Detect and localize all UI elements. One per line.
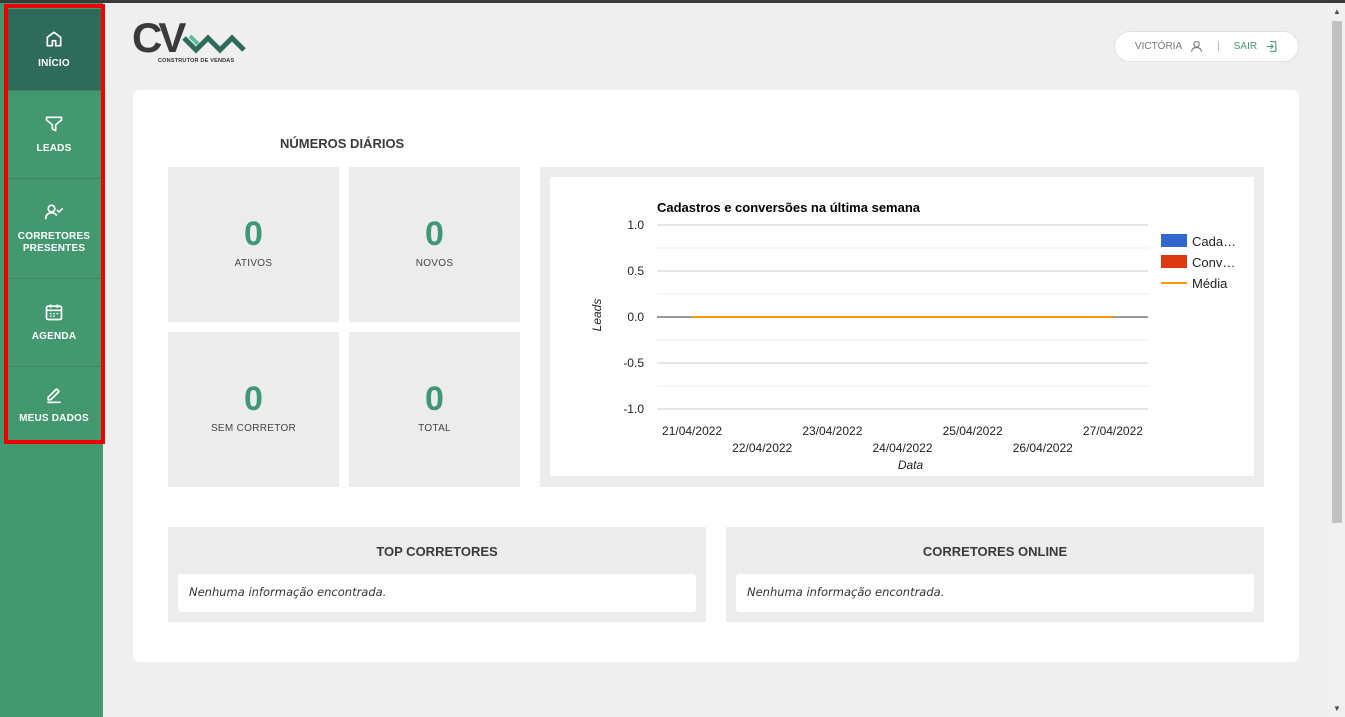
sidebar-item-inicio[interactable]: INÍCIO [7,9,101,91]
user-name[interactable]: VICTÓRIA [1135,41,1182,52]
window-top-border [0,0,1345,3]
corretores-online-empty-message: Nenhuma informação encontrada. [736,574,1254,612]
vertical-scrollbar[interactable]: ▲ ▼ [1328,3,1345,717]
chart-title: Cadastros e conversões na última semana [657,200,921,215]
stat-value: 0 [244,380,263,418]
daily-numbers-title: NÚMEROS DIÁRIOS [280,136,405,151]
sidebar-item-label: INÍCIO [38,58,70,69]
sidebar-item-label: LEADS [36,143,72,154]
chart-container: Cadastros e conversões na última semana 1… [540,167,1264,487]
legend-label: Cada… [1192,234,1236,249]
legend-swatch [1161,255,1187,268]
sidebar-item-label: MEUS DADOS [19,412,89,424]
legend-label: Média [1192,276,1228,291]
user-icon [1191,41,1203,52]
sidebar-item-label: CORRETORES [17,231,91,242]
stat-value: 0 [244,215,263,253]
stat-value: 0 [425,215,444,253]
logo-subtitle: CONSTRUTOR DE VENDAS [158,58,235,64]
y-tick-label: 0.5 [627,264,644,278]
logout-icon[interactable] [1265,40,1278,53]
sidebar-item-label: AGENDA [31,331,77,342]
x-tick-label: 27/04/2022 [1083,424,1143,438]
y-tick-label: -0.5 [623,356,644,370]
top-corretores-card: TOP CORRETORES Nenhuma informação encont… [168,527,706,622]
corretores-online-title: CORRETORES ONLINE [922,544,1068,559]
stat-label: NOVOS [415,258,454,269]
logo-text: CV [132,16,186,61]
stat-card-ativos: 0 ATIVOS [168,167,339,322]
y-axis-label: Leads [590,299,604,332]
sidebar-item-meus-dados[interactable]: MEUS DADOS [7,367,101,441]
y-tick-label: -1.0 [623,402,644,416]
legend-swatch [1161,234,1187,247]
stat-card-total: 0 TOTAL [349,332,520,487]
user-box: VICTÓRIA | SAIR [1114,31,1299,62]
corretores-online-card: CORRETORES ONLINE Nenhuma informação enc… [726,527,1264,622]
sidebar: INÍCIO LEADS CORRETORES PRESENTES AGENDA… [0,3,103,717]
logout-button-label[interactable]: SAIR [1234,41,1257,52]
sidebar-item-leads[interactable]: LEADS [7,91,101,179]
weekly-chart: Cadastros e conversões na última semana 1… [590,200,1236,472]
user-check-icon [44,204,64,220]
scroll-up-arrow-icon[interactable]: ▲ [1332,6,1342,18]
legend-label: Conv… [1192,255,1235,270]
y-tick-label: 1.0 [627,218,644,232]
x-axis-label: Data [898,458,924,472]
calendar-icon [45,304,63,321]
scroll-thumb[interactable] [1332,21,1342,523]
home-icon [46,31,62,47]
stat-card-sem-corretor: 0 SEM CORRETOR [168,332,339,487]
x-tick-label: 26/04/2022 [1013,441,1073,455]
stat-card-novos: 0 NOVOS [349,167,520,322]
stat-label: SEM CORRETOR [210,423,297,434]
stat-label: TOTAL [418,423,451,434]
x-tick-label: 23/04/2022 [802,424,862,438]
top-corretores-title: TOP CORRETORES [376,544,498,559]
x-tick-label: 21/04/2022 [662,424,722,438]
header-separator: | [1217,41,1220,52]
sidebar-item-agenda[interactable]: AGENDA [7,279,101,367]
x-tick-label: 24/04/2022 [872,441,932,455]
x-tick-label: 22/04/2022 [732,441,792,455]
top-corretores-empty-message: Nenhuma informação encontrada. [178,574,696,612]
x-tick-label: 25/04/2022 [943,424,1003,438]
chart-area: Cadastros e conversões na última semana 1… [550,177,1254,476]
stat-label: ATIVOS [234,258,273,269]
stat-value: 0 [425,380,444,418]
filter-icon [45,116,63,132]
sidebar-item-label: PRESENTES [22,243,86,254]
sidebar-item-corretores-presentes[interactable]: CORRETORES PRESENTES [7,179,101,279]
scroll-down-arrow-icon[interactable]: ▼ [1332,703,1342,715]
y-tick-label: 0.0 [627,310,644,324]
edit-icon [47,387,61,403]
